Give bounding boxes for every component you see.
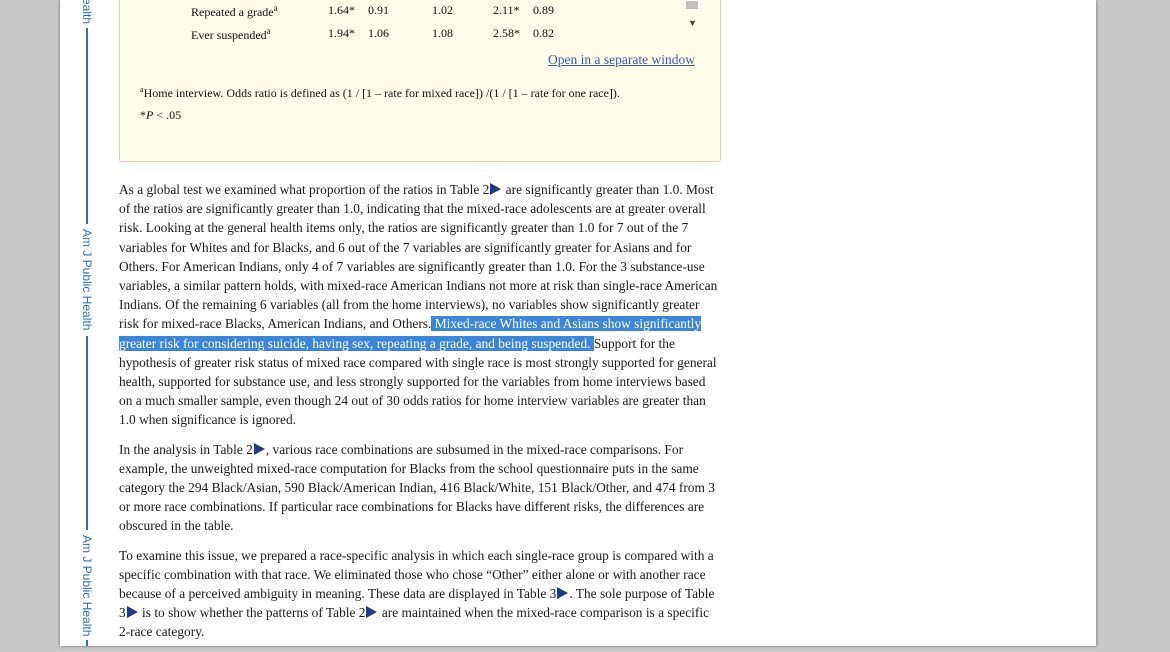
journal-sidebar: ealth Am J Public Health Am J Public Hea… <box>80 0 94 646</box>
article-body: As a global test we examined what propor… <box>119 180 721 652</box>
paragraph-race-specific: To examine this issue, we prepared a rac… <box>119 547 715 640</box>
paragraph-global-test: As a global test we examined what propor… <box>119 182 718 428</box>
sidebar-line <box>86 336 88 530</box>
article-page: ealth Am J Public Health Am J Public Hea… <box>60 0 1096 646</box>
paragraph-race-combinations: In the analysis in Table 2, various race… <box>119 441 715 534</box>
footnote-a: aHome interview. Odds ratio is defined a… <box>140 85 620 100</box>
open-in-separate-window-link[interactable]: Open in a separate window <box>548 52 695 68</box>
table-row: Ever suspendeda 1.94* 1.06 1.08 2.58* 0.… <box>191 26 691 44</box>
row-label: Repeated a gradea <box>191 3 278 19</box>
table-cell: 0.82 <box>533 26 554 40</box>
table-3-link-icon[interactable] <box>557 587 569 600</box>
row-label: Ever suspendeda <box>191 26 271 42</box>
table-2-link-icon[interactable] <box>366 606 378 619</box>
footnote-p: *P < .05 <box>140 108 182 122</box>
table-cell: 1.08 <box>432 26 453 40</box>
scroll-down-arrow-icon[interactable]: ▼ <box>688 18 697 28</box>
table-2-box: Repeated a gradea 1.64* 0.91 1.02 2.11* … <box>119 0 721 162</box>
table-cell: 1.64* <box>328 3 355 17</box>
sidebar-label-bottom[interactable]: Am J Public Health <box>77 534 97 638</box>
scrollbar-thumb[interactable] <box>686 1 698 9</box>
table-cell: 0.91 <box>368 3 389 17</box>
table-cell: 0.89 <box>533 3 554 17</box>
table-2-link-icon[interactable] <box>490 183 502 195</box>
table-cell: 2.58* <box>493 26 520 40</box>
table-2-link-icon[interactable] <box>253 442 265 455</box>
sidebar-label-top[interactable]: ealth <box>77 0 97 26</box>
sidebar-line <box>86 28 88 224</box>
table-scrollbar[interactable]: ▼ <box>685 1 699 31</box>
table-row: Repeated a gradea 1.64* 0.91 1.02 2.11* … <box>191 3 691 21</box>
table-cell: 1.06 <box>368 26 389 40</box>
table-cell: 1.94* <box>328 26 355 40</box>
table-cell: 2.11* <box>493 3 520 17</box>
sidebar-line <box>86 640 88 646</box>
table-3-link-icon[interactable] <box>126 606 138 619</box>
table-cell: 1.02 <box>432 3 453 17</box>
sidebar-label-middle[interactable]: Am J Public Health <box>77 228 97 332</box>
